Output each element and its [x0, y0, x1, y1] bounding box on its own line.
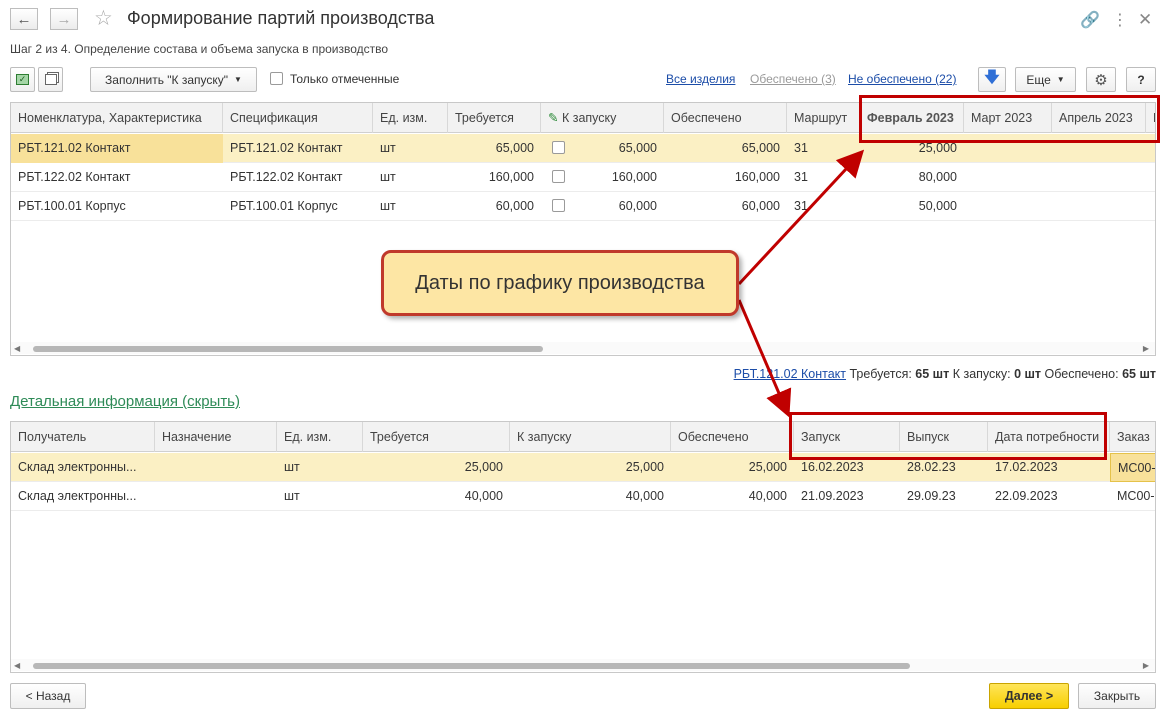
back-button-label: < Назад — [25, 689, 71, 703]
next-button[interactable]: Далее > — [989, 683, 1069, 709]
close-button[interactable]: Закрыть — [1078, 683, 1156, 709]
back-button[interactable]: < Назад — [10, 683, 86, 709]
close-button-label: Закрыть — [1093, 689, 1141, 703]
annotation-arrows — [737, 149, 865, 418]
next-button-label: Далее > — [1004, 689, 1054, 703]
annotation-callout: Даты по графику производства — [381, 250, 739, 316]
annotation-callout-text: Даты по графику производства — [415, 271, 705, 294]
arrow-to-dates — [737, 299, 792, 418]
arrow-to-months — [737, 149, 865, 286]
